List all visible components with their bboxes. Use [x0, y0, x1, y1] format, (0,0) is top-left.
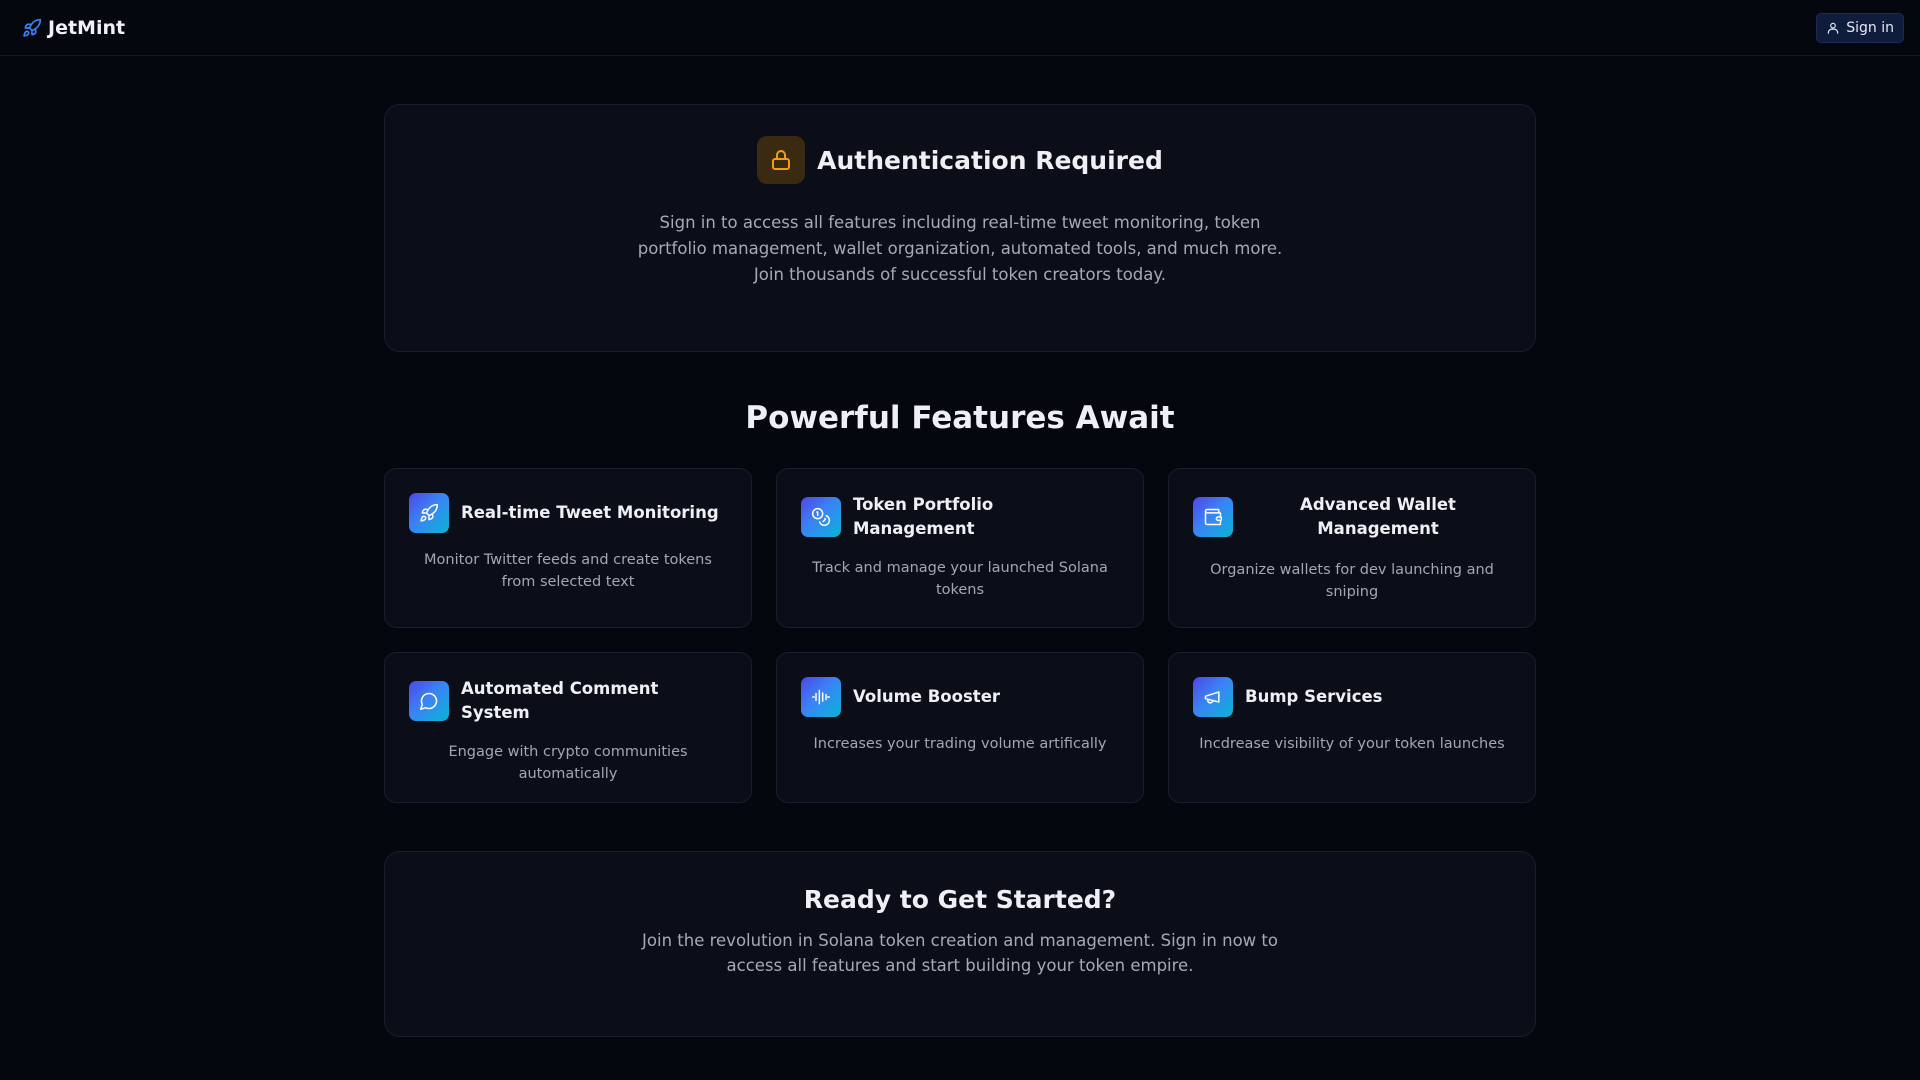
get-started-title: Ready to Get Started?	[803, 885, 1117, 914]
main-content: Authentication Required Sign in to acces…	[384, 104, 1536, 1037]
feature-title: Token Portfolio Management	[853, 495, 994, 538]
feature-title: Real-time Tweet Monitoring	[461, 503, 719, 522]
authentication-card: Authentication Required Sign in to acces…	[384, 104, 1536, 352]
authentication-description: Sign in to access all features including…	[637, 213, 1283, 284]
feature-card-bump-services: Bump Services Incdrease visibility of yo…	[1168, 652, 1536, 803]
rocket-icon	[22, 18, 42, 38]
sign-in-label: Sign in	[1846, 19, 1894, 36]
feature-card-comment-system: Automated Comment System Engage with cry…	[384, 652, 752, 803]
lock-icon	[757, 136, 806, 184]
authentication-title: Authentication Required	[817, 145, 1163, 175]
feature-title: Volume Booster	[853, 687, 1001, 706]
rocket-icon	[409, 493, 449, 533]
feature-title: Bump Services	[1245, 687, 1383, 706]
features-heading: Powerful Features Await	[745, 400, 1175, 436]
feature-description: Increases your trading volume artificall…	[813, 736, 1107, 752]
feature-card-token-portfolio: Token Portfolio Management Track and man…	[776, 468, 1144, 628]
user-icon	[1826, 21, 1840, 35]
coins-icon	[801, 497, 841, 537]
feature-description: Organize wallets for dev launching and s…	[1210, 562, 1494, 600]
get-started-card: Ready to Get Started? Join the revolutio…	[384, 851, 1536, 1037]
top-navigation-bar: JetMint Sign in	[0, 0, 1920, 56]
brand-name: JetMint	[48, 16, 126, 39]
megaphone-icon	[1193, 677, 1233, 717]
wallet-icon	[1193, 497, 1233, 537]
feature-title: Automated Comment System	[461, 679, 659, 722]
features-grid: Real-time Tweet Monitoring Monitor Twitt…	[384, 468, 1536, 803]
authentication-header: Authentication Required	[385, 136, 1535, 184]
feature-card-wallet-management: Advanced Wallet Management Organize wall…	[1168, 468, 1536, 628]
feature-description: Track and manage your launched Solana to…	[812, 560, 1108, 598]
feature-description: Engage with crypto communities automatic…	[448, 744, 688, 782]
feature-card-volume-booster: Volume Booster Increases your trading vo…	[776, 652, 1144, 803]
feature-description: Monitor Twitter feeds and create tokens …	[424, 552, 712, 590]
message-circle-icon	[409, 681, 449, 721]
get-started-description: Join the revolution in Solana token crea…	[642, 931, 1278, 975]
audio-waveform-icon	[801, 677, 841, 717]
feature-description: Incdrease visibility of your token launc…	[1199, 736, 1505, 752]
brand-logo[interactable]: JetMint	[22, 17, 125, 39]
feature-card-tweet-monitoring: Real-time Tweet Monitoring Monitor Twitt…	[384, 468, 752, 628]
feature-title: Advanced Wallet Management	[1300, 495, 1456, 538]
sign-in-button[interactable]: Sign in	[1816, 12, 1904, 43]
